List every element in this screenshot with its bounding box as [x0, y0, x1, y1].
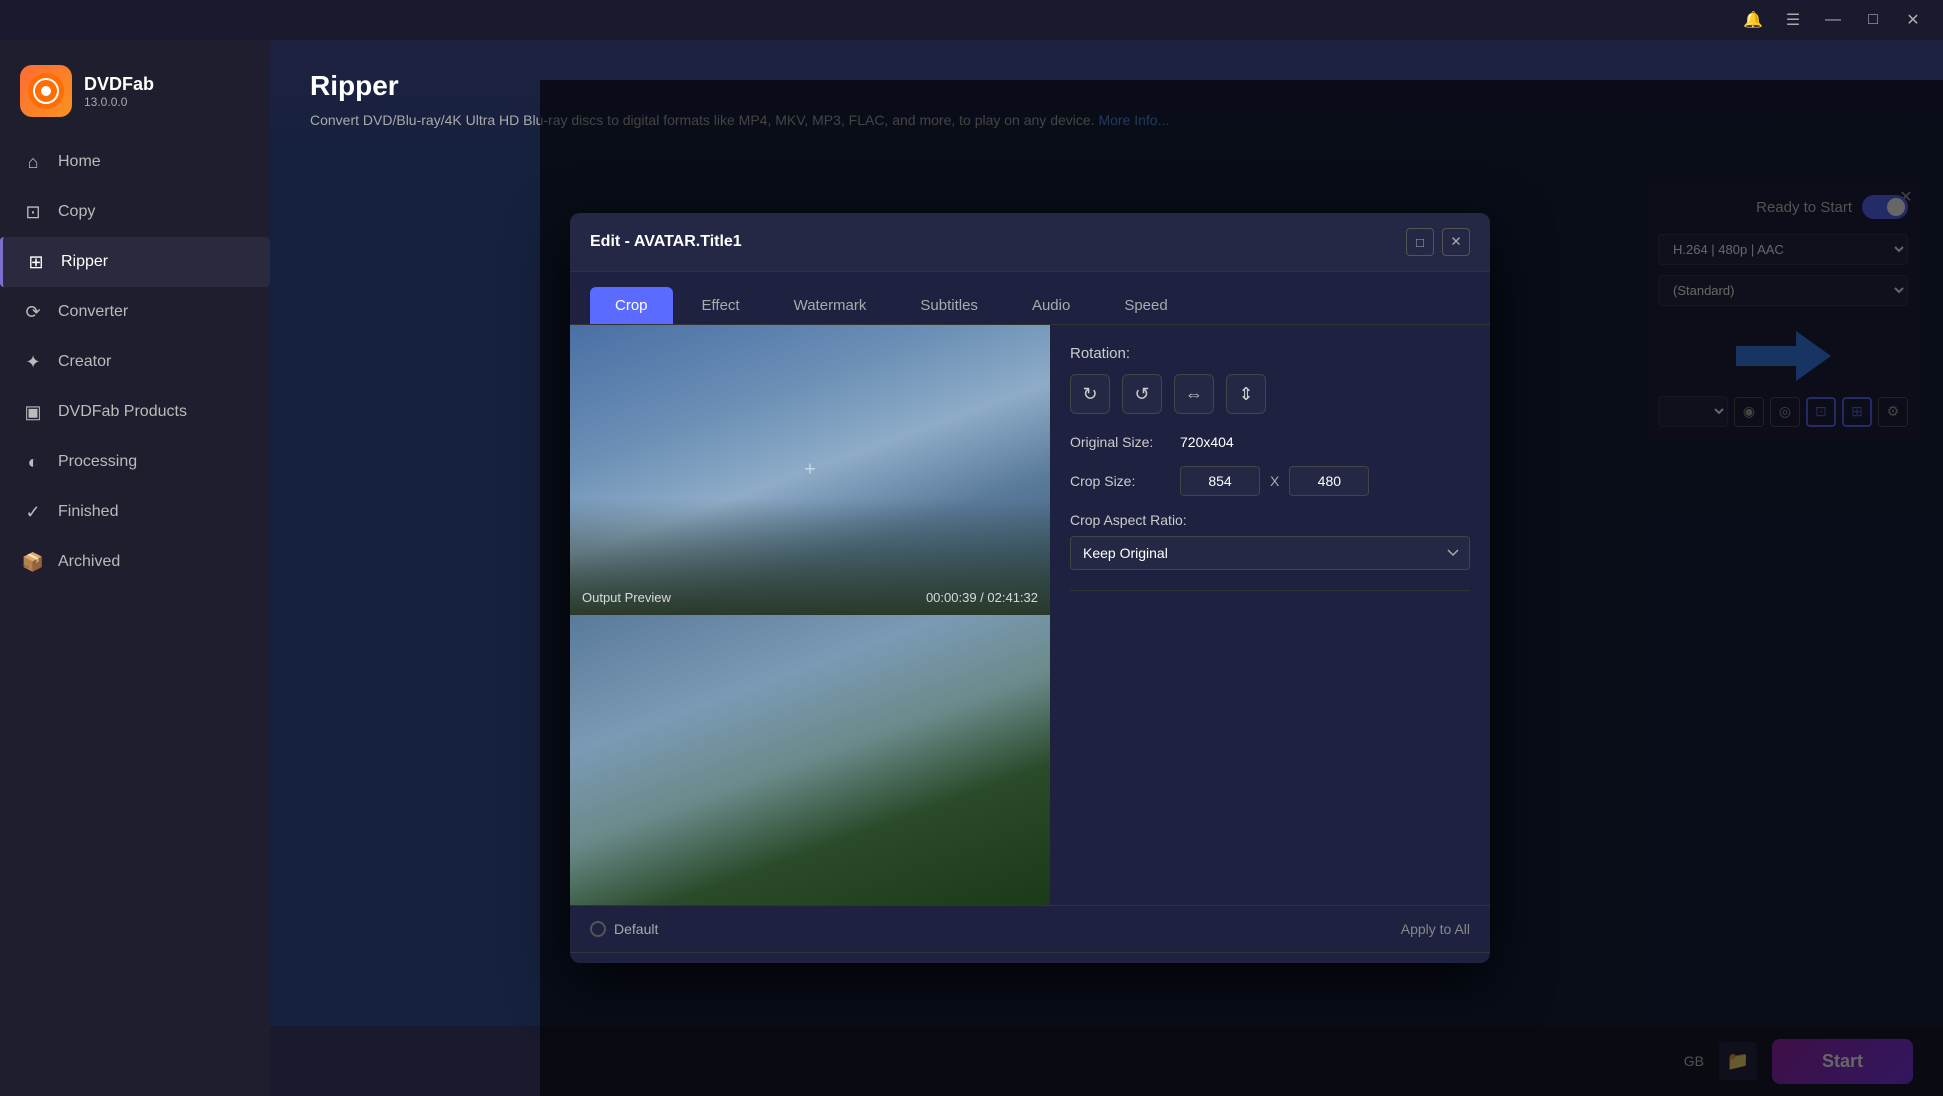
video-background: + [570, 325, 1050, 615]
crop-height-input[interactable] [1289, 466, 1369, 496]
crop-size-row: Crop Size: X [1070, 466, 1470, 496]
modal-body: + Output Preview 00:00:39 / 02:41:32 Rot… [570, 325, 1490, 905]
apply-to-all-button[interactable]: Apply to All [1401, 921, 1470, 937]
app-name: DVDFab [84, 74, 154, 95]
video-timestamp: 00:00:39 / 02:41:32 [926, 590, 1038, 605]
sidebar-label-ripper: Ripper [61, 253, 108, 271]
notification-btn[interactable]: 🔔 [1733, 0, 1773, 40]
modal-close-btn[interactable]: ✕ [1442, 228, 1470, 256]
ripper-icon: ⊞ [25, 251, 47, 273]
titlebar: 🔔 ☰ — □ ✕ [0, 0, 1943, 40]
crop-aspect-ratio-row: Crop Aspect Ratio: Keep Original [1070, 512, 1470, 570]
tab-watermark[interactable]: Watermark [769, 287, 892, 324]
flip-h-btn[interactable]: ⇔ [1174, 374, 1214, 414]
app-version: 13.0.0.0 [84, 95, 154, 109]
sidebar: DVDFab 13.0.0.0 ⌂ Home ⊡ Copy ⊞ Ripper ⟳… [0, 40, 270, 1096]
sidebar-item-finished[interactable]: ✓ Finished [0, 487, 270, 537]
tab-audio[interactable]: Audio [1007, 287, 1095, 324]
sidebar-label-converter: Converter [58, 303, 128, 321]
sidebar-item-dvdfab-products[interactable]: ▣ DVDFab Products [0, 387, 270, 437]
tab-effect[interactable]: Effect [677, 287, 765, 324]
sidebar-label-creator: Creator [58, 353, 111, 371]
sidebar-label-home: Home [58, 153, 101, 171]
sidebar-nav: ⌂ Home ⊡ Copy ⊞ Ripper ⟳ Converter ✦ Cre… [0, 137, 270, 1096]
video-preview-section: + Output Preview 00:00:39 / 02:41:32 [570, 325, 1050, 905]
copy-icon: ⊡ [22, 201, 44, 223]
sidebar-item-creator[interactable]: ✦ Creator [0, 337, 270, 387]
sidebar-item-processing[interactable]: ◐ Processing [0, 437, 270, 487]
app-logo: DVDFab 13.0.0.0 [0, 50, 270, 137]
edit-modal: Edit - AVATAR.Title1 □ ✕ Crop Effect Wat… [570, 213, 1490, 963]
modal-overlay: Edit - AVATAR.Title1 □ ✕ Crop Effect Wat… [540, 80, 1943, 1096]
modal-header: Edit - AVATAR.Title1 □ ✕ [570, 213, 1490, 272]
crop-width-input[interactable] [1180, 466, 1260, 496]
processing-icon: ◐ [22, 451, 44, 473]
crosshair-icon: + [804, 459, 816, 482]
sidebar-item-archived[interactable]: 📦 Archived [0, 537, 270, 587]
converter-icon: ⟳ [22, 301, 44, 323]
modal-bottom-row: Default Apply to All [570, 905, 1490, 952]
maximize-btn[interactable]: □ [1853, 0, 1893, 40]
home-icon: ⌂ [22, 151, 44, 173]
output-preview-label: Output Preview [582, 590, 671, 605]
original-size-row: Original Size: 720x404 [1070, 434, 1470, 450]
logo-text: DVDFab 13.0.0.0 [84, 74, 154, 109]
modal-tabs: Crop Effect Watermark Subtitles Audio Sp… [570, 272, 1490, 325]
original-size-value: 720x404 [1180, 434, 1234, 450]
crop-controls: Rotation: ↻ ↺ ⇔ ⇕ Original Size: 720x404 [1050, 325, 1490, 905]
finished-icon: ✓ [22, 501, 44, 523]
logo-icon [20, 65, 72, 117]
sidebar-item-home[interactable]: ⌂ Home [0, 137, 270, 187]
sidebar-label-products: DVDFab Products [58, 403, 187, 421]
minimize-btn[interactable]: — [1813, 0, 1853, 40]
sidebar-label-processing: Processing [58, 453, 137, 471]
sidebar-label-finished: Finished [58, 503, 118, 521]
video-top-preview: + Output Preview 00:00:39 / 02:41:32 [570, 325, 1050, 615]
modal-maximize-btn[interactable]: □ [1406, 228, 1434, 256]
rotation-buttons: ↻ ↺ ⇔ ⇕ [1070, 374, 1470, 414]
sidebar-label-copy: Copy [58, 203, 95, 221]
modal-title: Edit - AVATAR.Title1 [590, 233, 742, 251]
flip-v-btn[interactable]: ⇕ [1226, 374, 1266, 414]
crop-aspect-ratio-label: Crop Aspect Ratio: [1070, 512, 1470, 528]
products-icon: ▣ [22, 401, 44, 423]
modal-header-buttons: □ ✕ [1406, 228, 1470, 256]
tab-speed[interactable]: Speed [1099, 287, 1192, 324]
section-divider [1070, 590, 1470, 591]
default-label: Default [614, 921, 658, 937]
sidebar-label-archived: Archived [58, 553, 120, 571]
crop-aspect-ratio-select[interactable]: Keep Original [1070, 536, 1470, 570]
sidebar-item-copy[interactable]: ⊡ Copy [0, 187, 270, 237]
crop-x-separator: X [1270, 473, 1279, 489]
creator-icon: ✦ [22, 351, 44, 373]
sidebar-item-ripper[interactable]: ⊞ Ripper [0, 237, 270, 287]
radio-circle-icon [590, 921, 606, 937]
crop-size-label: Crop Size: [1070, 473, 1170, 489]
default-radio[interactable]: Default [590, 921, 658, 937]
archived-icon: 📦 [22, 551, 44, 573]
tab-subtitles[interactable]: Subtitles [895, 287, 1003, 324]
menu-btn[interactable]: ☰ [1773, 0, 1813, 40]
main-content: Ripper Convert DVD/Blu-ray/4K Ultra HD B… [270, 40, 1943, 1096]
close-btn[interactable]: ✕ [1893, 0, 1933, 40]
tab-crop[interactable]: Crop [590, 287, 673, 324]
sidebar-item-converter[interactable]: ⟳ Converter [0, 287, 270, 337]
rotation-label: Rotation: [1070, 345, 1470, 362]
rotate-cw-btn[interactable]: ↻ [1070, 374, 1110, 414]
original-size-label: Original Size: [1070, 434, 1170, 450]
rotate-ccw-btn[interactable]: ↺ [1122, 374, 1162, 414]
video-bottom-preview [570, 615, 1050, 905]
modal-footer: OK Cancel [570, 952, 1490, 963]
